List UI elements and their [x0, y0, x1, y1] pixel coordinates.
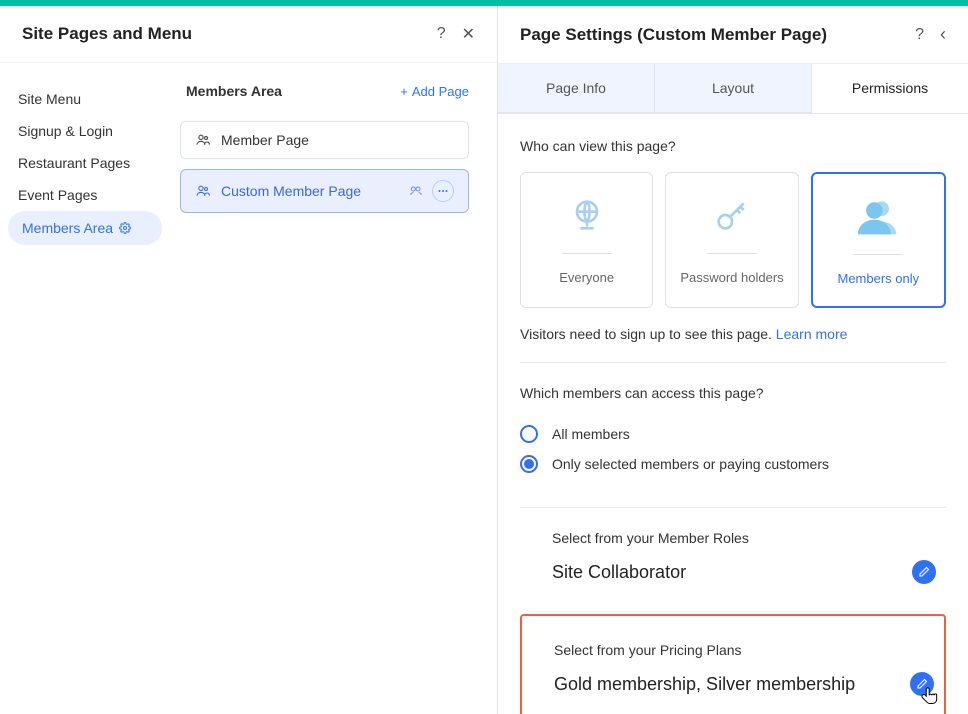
globe-icon: [567, 195, 607, 235]
pencil-icon: [916, 678, 928, 690]
edit-roles-button[interactable]: [912, 560, 936, 584]
tab-page-info[interactable]: Page Info: [498, 64, 655, 113]
radio-label: Only selected members or paying customer…: [552, 456, 829, 472]
left-panel-title: Site Pages and Menu: [22, 24, 192, 44]
plus-icon: +: [400, 84, 408, 99]
more-options-button[interactable]: [432, 180, 454, 202]
profile-group-icon: [195, 132, 211, 148]
profile-group-icon: [195, 183, 211, 199]
plans-section-label: Select from your Pricing Plans: [554, 642, 934, 658]
page-row-label: Custom Member Page: [221, 183, 361, 199]
left-panel-header: Site Pages and Menu ? ✕: [0, 6, 497, 63]
page-settings-panel: Page Settings (Custom Member Page) ? ‹ P…: [498, 6, 968, 714]
pencil-icon: [918, 566, 930, 578]
who-can-view-label: Who can view this page?: [520, 138, 946, 154]
radio-selected-members[interactable]: Only selected members or paying customer…: [520, 449, 946, 479]
page-row-label: Member Page: [221, 132, 309, 148]
radio-label: All members: [552, 426, 630, 442]
view-option-label: Everyone: [559, 270, 614, 285]
tabs: Page Info Layout Permissions: [498, 64, 968, 114]
sidebar-item-restaurant-pages[interactable]: Restaurant Pages: [0, 147, 170, 179]
view-option-label: Members only: [838, 271, 920, 286]
plans-value: Gold membership, Silver membership: [554, 674, 855, 695]
back-icon[interactable]: ‹: [940, 24, 946, 45]
sidebar: Site Menu Signup & Login Restaurant Page…: [0, 63, 170, 714]
site-pages-panel: Site Pages and Menu ? ✕ Site Menu Signup…: [0, 6, 498, 714]
members-badge-icon: [408, 183, 424, 199]
view-option-members[interactable]: Members only: [811, 172, 946, 308]
signup-hint: Visitors need to sign up to see this pag…: [520, 326, 946, 363]
page-list-title: Members Area: [186, 83, 282, 99]
members-icon: [856, 196, 900, 236]
roles-value: Site Collaborator: [552, 562, 686, 583]
right-panel-header: Page Settings (Custom Member Page) ? ‹: [498, 6, 968, 64]
tab-layout[interactable]: Layout: [655, 64, 812, 113]
view-option-password[interactable]: Password holders: [665, 172, 798, 308]
radio-indicator: [520, 425, 538, 443]
right-panel-title: Page Settings (Custom Member Page): [520, 25, 827, 45]
help-icon[interactable]: ?: [915, 26, 924, 44]
sidebar-item-event-pages[interactable]: Event Pages: [0, 179, 170, 211]
learn-more-link[interactable]: Learn more: [776, 326, 848, 342]
gear-icon: [119, 222, 131, 234]
pricing-plans-highlight: Select from your Pricing Plans Gold memb…: [520, 614, 946, 714]
view-option-everyone[interactable]: Everyone: [520, 172, 653, 308]
which-members-label: Which members can access this page?: [520, 385, 946, 401]
tab-permissions[interactable]: Permissions: [812, 64, 968, 113]
sidebar-item-members-area[interactable]: Members Area: [8, 211, 162, 245]
radio-indicator: [520, 455, 538, 473]
page-row-member-page[interactable]: Member Page: [180, 121, 469, 159]
add-page-button[interactable]: + Add Page: [400, 84, 469, 99]
sidebar-item-signup-login[interactable]: Signup & Login: [0, 115, 170, 147]
edit-plans-button[interactable]: [910, 672, 934, 696]
key-icon: [712, 195, 752, 235]
dots-icon: [437, 185, 449, 197]
page-row-custom-member-page[interactable]: Custom Member Page: [180, 169, 469, 213]
help-icon[interactable]: ?: [437, 25, 446, 43]
sidebar-item-site-menu[interactable]: Site Menu: [0, 83, 170, 115]
radio-all-members[interactable]: All members: [520, 419, 946, 449]
roles-section-label: Select from your Member Roles: [552, 530, 936, 546]
close-icon[interactable]: ✕: [462, 24, 475, 44]
view-option-label: Password holders: [680, 270, 783, 285]
page-list: Members Area + Add Page Member Page Cust…: [170, 63, 497, 714]
